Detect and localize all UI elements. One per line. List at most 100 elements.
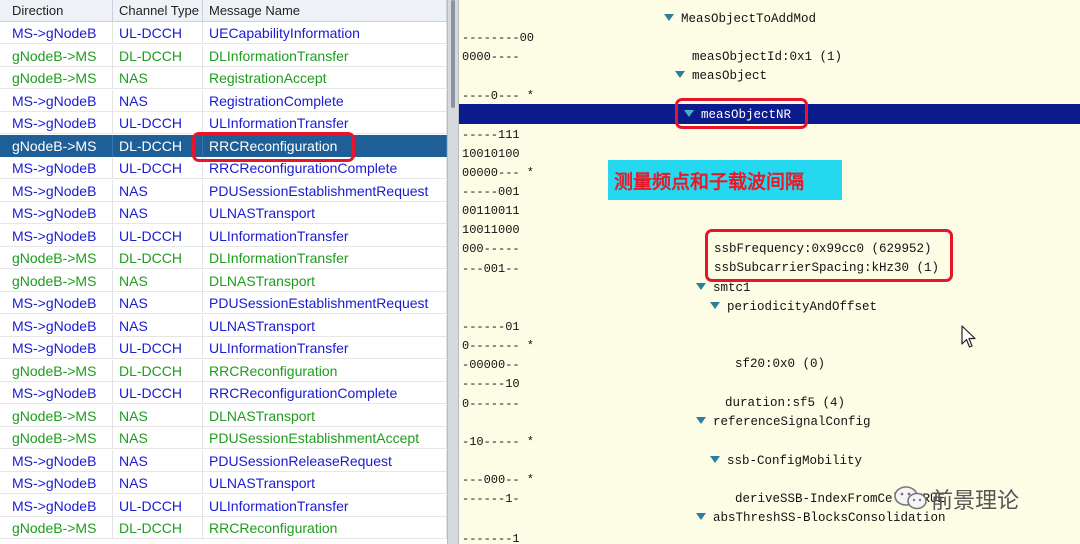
row-channel-type: NAS: [113, 404, 203, 427]
tree-node[interactable]: duration:sf5 (4): [725, 395, 845, 411]
table-row[interactable]: MS->gNodeB UL-DCCH UECapabilityInformation: [0, 22, 447, 44]
row-channel-type: NAS: [113, 179, 203, 202]
table-row[interactable]: MS->gNodeB NAS ULNASTransport: [0, 202, 447, 224]
tree-node-label: smtc1: [713, 281, 751, 295]
row-direction: MS->gNodeB: [0, 472, 113, 494]
table-row[interactable]: gNodeB->MS DL-DCCH DLInformationTransfer: [0, 44, 447, 67]
callout-text: 测量频点和子载波间隔: [614, 171, 805, 193]
scrollbar-thumb[interactable]: [451, 0, 455, 108]
column-header-direction[interactable]: Direction: [0, 0, 113, 21]
tree-node[interactable]: ssb-ConfigMobility: [710, 453, 862, 469]
row-direction: gNodeB->MS: [0, 427, 113, 449]
table-row[interactable]: gNodeB->MS NAS DLNASTransport: [0, 269, 447, 292]
table-row[interactable]: MS->gNodeB UL-DCCH ULInformationTransfer: [0, 494, 447, 517]
tree-node[interactable]: measObject: [675, 68, 767, 84]
row-direction: MS->gNodeB: [0, 202, 113, 224]
row-message-name: ULInformationTransfer: [203, 337, 447, 359]
tree-node-label: ssbSubcarrierSpacing:kHz30 (1): [714, 261, 940, 275]
table-row[interactable]: MS->gNodeB UL-DCCH ULInformationTransfer: [0, 337, 447, 359]
bit-line: ------01: [462, 320, 520, 334]
table-row[interactable]: MS->gNodeB NAS ULNASTransport: [0, 314, 447, 337]
table-row[interactable]: gNodeB->MS DL-DCCH RRCReconfiguration: [0, 517, 447, 539]
bit-line: -------1: [462, 532, 520, 544]
tree-node-selected[interactable]: measObjectNR: [684, 107, 791, 123]
expand-triangle-icon[interactable]: [675, 71, 685, 78]
column-header-message-name[interactable]: Message Name: [203, 0, 447, 21]
tree-node[interactable]: referenceSignalConfig: [696, 414, 871, 430]
row-message-name: ULInformationTransfer: [203, 224, 447, 247]
panel-splitter[interactable]: [447, 0, 459, 544]
row-message-name: RRCReconfigurationComplete: [203, 157, 447, 179]
table-row[interactable]: gNodeB->MS DL-DCCH RRCReconfiguration: [0, 134, 447, 157]
table-row[interactable]: MS->gNodeB UL-DCCH RRCReconfigurationCompl…: [0, 157, 447, 179]
table-row[interactable]: MS->gNodeB UL-DCCH RRCReconfigurationCompl…: [0, 382, 447, 404]
row-message-name: RegistrationComplete: [203, 89, 447, 112]
row-message-name: ULInformationTransfer: [203, 494, 447, 517]
tree-node-label: MeasObjectToAddMod: [681, 12, 817, 26]
table-row[interactable]: MS->gNodeB NAS RegistrationComplete: [0, 89, 447, 112]
bit-line: --------00: [462, 31, 535, 45]
table-row[interactable]: MS->gNodeB NAS PDUSessionReleaseRequest: [0, 449, 447, 472]
expand-triangle-icon[interactable]: [696, 283, 706, 290]
row-message-name: DLInformationTransfer: [203, 44, 447, 67]
row-direction: gNodeB->MS: [0, 134, 113, 157]
tree-node-label: periodicityAndOffset: [727, 300, 878, 314]
bit-line: 00000--- *: [462, 166, 535, 180]
tree-node[interactable]: ssbFrequency:0x99cc0 (629952): [714, 241, 932, 257]
row-direction: gNodeB->MS: [0, 404, 113, 427]
table-row[interactable]: MS->gNodeB NAS PDUSessionEstablishmentRequ…: [0, 292, 447, 314]
tree-node[interactable]: ssbSubcarrierSpacing:kHz30 (1): [714, 260, 939, 276]
bit-line: -----111: [462, 128, 520, 142]
message-list-panel: Direction Channel Type Message Name MS->…: [0, 0, 447, 544]
bit-line: -10----- *: [462, 435, 535, 449]
expand-triangle-icon[interactable]: [664, 14, 674, 21]
expand-triangle-icon[interactable]: [684, 110, 694, 117]
bit-line: ------10: [462, 377, 520, 391]
expand-triangle-icon[interactable]: [710, 302, 720, 309]
row-channel-type: NAS: [113, 449, 203, 472]
mouse-pointer-icon: [961, 325, 976, 348]
row-direction: MS->gNodeB: [0, 382, 113, 404]
table-row[interactable]: gNodeB->MS DL-DCCH DLInformationTransfer: [0, 247, 447, 269]
row-direction: MS->gNodeB: [0, 337, 113, 359]
bit-line: ---000-- *: [462, 473, 535, 487]
row-channel-type: NAS: [113, 89, 203, 112]
row-direction: MS->gNodeB: [0, 22, 113, 44]
row-message-name: RRCReconfiguration: [203, 359, 447, 382]
table-row[interactable]: MS->gNodeB NAS PDUSessionEstablishmentRequ…: [0, 179, 447, 202]
table-row[interactable]: MS->gNodeB UL-DCCH ULInformationTransfer: [0, 112, 447, 134]
row-channel-type: NAS: [113, 314, 203, 337]
selected-tree-row-bar[interactable]: measObjectNR: [459, 104, 1080, 124]
tree-node[interactable]: periodicityAndOffset: [710, 299, 877, 315]
tree-node[interactable]: MeasObjectToAddMod: [664, 11, 816, 27]
message-list-header: Direction Channel Type Message Name: [0, 0, 447, 22]
tree-node[interactable]: sf20:0x0 (0): [735, 356, 825, 372]
table-row[interactable]: gNodeB->MS NAS PDUSessionEstablishmentAcce…: [0, 427, 447, 449]
row-direction: MS->gNodeB: [0, 449, 113, 472]
expand-triangle-icon[interactable]: [696, 513, 706, 520]
expand-triangle-icon[interactable]: [696, 417, 706, 424]
watermark-text: 前景理论: [931, 489, 1020, 514]
row-channel-type: UL-DCCH: [113, 157, 203, 179]
tree-node[interactable]: smtc1: [696, 280, 751, 296]
row-message-name: PDUSessionEstablishmentRequest: [203, 292, 447, 314]
table-row[interactable]: gNodeB->MS NAS DLNASTransport: [0, 404, 447, 427]
column-header-channel-type[interactable]: Channel Type: [113, 0, 203, 21]
row-direction: gNodeB->MS: [0, 67, 113, 89]
row-channel-type: DL-DCCH: [113, 44, 203, 67]
row-direction: MS->gNodeB: [0, 179, 113, 202]
row-message-name: RRCReconfigurationComplete: [203, 382, 447, 404]
row-message-name: PDUSessionReleaseRequest: [203, 449, 447, 472]
table-row[interactable]: gNodeB->MS DL-DCCH RRCReconfiguration: [0, 359, 447, 382]
tree-node[interactable]: measObjectId:0x1 (1): [692, 49, 842, 65]
row-channel-type: UL-DCCH: [113, 337, 203, 359]
table-row[interactable]: MS->gNodeB UL-DCCH ULInformationTransfer: [0, 224, 447, 247]
tree-node-label: measObjectNR: [701, 108, 792, 122]
tree-node-label: absThreshSS-BlocksConsolidation: [713, 511, 946, 525]
expand-triangle-icon[interactable]: [710, 456, 720, 463]
row-channel-type: UL-DCCH: [113, 382, 203, 404]
tree-node[interactable]: absThreshSS-BlocksConsolidation: [696, 510, 946, 526]
table-row[interactable]: gNodeB->MS NAS RegistrationAccept: [0, 67, 447, 89]
table-row[interactable]: MS->gNodeB NAS ULNASTransport: [0, 472, 447, 494]
tree-node-label: ssb-ConfigMobility: [727, 454, 863, 468]
